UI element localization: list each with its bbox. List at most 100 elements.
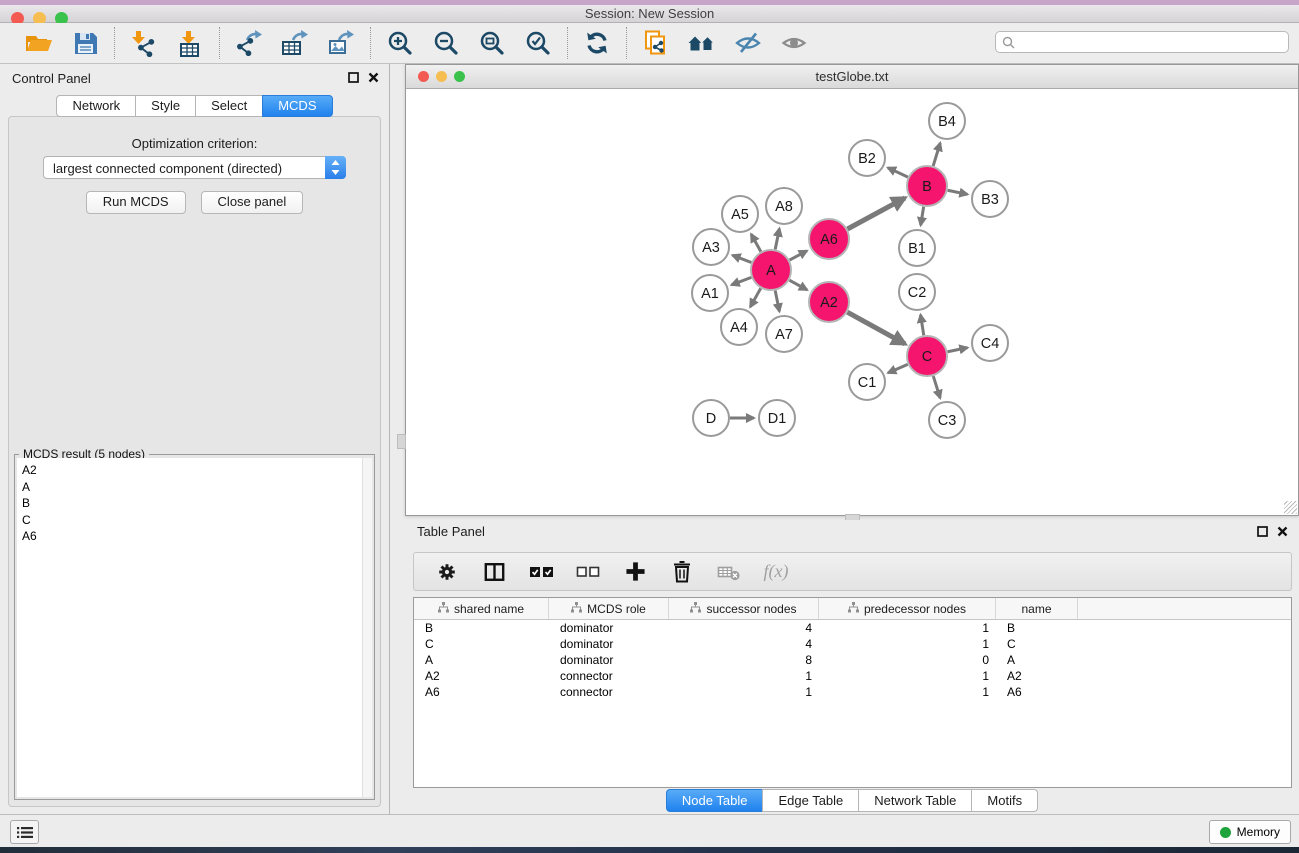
network-close-button[interactable] [418, 71, 429, 82]
export-network-button[interactable] [234, 28, 264, 58]
graph-edge-C-C3[interactable] [933, 376, 940, 398]
tab-motifs[interactable]: Motifs [971, 789, 1038, 812]
zoom-in-button[interactable] [385, 28, 415, 58]
settings-button[interactable] [434, 559, 460, 585]
graph-edge-C-C2[interactable] [921, 315, 924, 336]
graph-edge-B-B4[interactable] [933, 143, 940, 166]
network-window-titlebar[interactable]: testGlobe.txt [406, 65, 1298, 89]
table-row[interactable]: A6connector11A6 [414, 684, 1291, 700]
import-table-button[interactable] [175, 28, 205, 58]
table-cell[interactable]: 1 [819, 669, 996, 683]
table-row[interactable]: A2connector11A2 [414, 668, 1291, 684]
graph-edge-B-B2[interactable] [888, 168, 908, 177]
table-cell[interactable]: B [996, 621, 1078, 635]
tab-network-table[interactable]: Network Table [858, 789, 972, 812]
tab-select[interactable]: Select [195, 95, 263, 117]
criterion-dropdown[interactable]: largest connected component (directed) [43, 156, 346, 179]
column-header-predecessor-nodes[interactable]: predecessor nodes [819, 598, 996, 619]
memory-button[interactable]: Memory [1209, 820, 1291, 844]
table-cell[interactable]: connector [549, 685, 669, 699]
mcds-result-list[interactable]: A2ABCA6 [17, 458, 363, 797]
table-cell[interactable]: dominator [549, 653, 669, 667]
column-header-name[interactable]: name [996, 598, 1078, 619]
network-minimize-button[interactable] [436, 71, 447, 82]
column-header-MCDS-role[interactable]: MCDS role [549, 598, 669, 619]
mcds-result-item[interactable]: A2 [17, 458, 363, 479]
graph-edge-C-C1[interactable] [888, 364, 908, 373]
search-input[interactable] [1019, 34, 1288, 50]
zoom-selected-button[interactable] [523, 28, 553, 58]
select-all-checks-button[interactable] [528, 559, 554, 585]
graph-edge-A-A2[interactable] [789, 280, 807, 290]
import-network-button[interactable] [129, 28, 159, 58]
clear-checks-button[interactable] [575, 559, 601, 585]
mcds-result-item[interactable]: A [17, 479, 363, 496]
split-columns-button[interactable] [481, 559, 507, 585]
graph-edge-A-A4[interactable] [750, 288, 760, 307]
table-cell[interactable]: 4 [669, 621, 819, 635]
graph-edge-A-A3[interactable] [732, 255, 751, 262]
open-folder-button[interactable] [24, 28, 54, 58]
graph-edge-A-A1[interactable] [732, 277, 752, 284]
graph-edge-B-B1[interactable] [921, 207, 924, 226]
mcds-result-item[interactable]: B [17, 495, 363, 512]
network-zoom-button[interactable] [454, 71, 465, 82]
run-mcds-button[interactable]: Run MCDS [86, 191, 186, 214]
refresh-button[interactable] [582, 28, 612, 58]
column-header-successor-nodes[interactable]: successor nodes [669, 598, 819, 619]
export-image-button[interactable] [326, 28, 356, 58]
table-cell[interactable]: 1 [819, 637, 996, 651]
trash-button[interactable] [669, 559, 695, 585]
tab-node-table[interactable]: Node Table [666, 789, 764, 812]
mcds-result-item[interactable]: A6 [17, 528, 363, 545]
add-button[interactable] [622, 559, 648, 585]
zoom-fit-button[interactable] [477, 28, 507, 58]
table-cell[interactable]: 1 [669, 685, 819, 699]
float-table-panel-icon[interactable] [1257, 526, 1268, 537]
table-cell[interactable]: connector [549, 669, 669, 683]
node-table[interactable]: shared nameMCDS rolesuccessor nodesprede… [413, 597, 1292, 788]
neighbors-homes-button[interactable] [687, 28, 717, 58]
network-document-button[interactable] [641, 28, 671, 58]
table-cell[interactable]: A6 [996, 685, 1078, 699]
show-eye-button[interactable] [779, 28, 809, 58]
table-cell[interactable]: A2 [414, 669, 549, 683]
graph-edge-A6-B[interactable] [847, 198, 905, 229]
table-row[interactable]: Bdominator41B [414, 620, 1291, 636]
graph-edge-A-A6[interactable] [790, 251, 807, 260]
hide-eye-button[interactable] [733, 28, 763, 58]
table-cell[interactable]: dominator [549, 637, 669, 651]
column-header-shared-name[interactable]: shared name [414, 598, 549, 619]
zoom-out-button[interactable] [431, 28, 461, 58]
tab-mcds[interactable]: MCDS [262, 95, 332, 117]
table-cell[interactable]: A [996, 653, 1078, 667]
network-canvas[interactable]: B4B2BB3A8A5A6A3B1AC2A1A2A4A7C4CC1DD1C3 [406, 89, 1298, 515]
table-cell[interactable]: 4 [669, 637, 819, 651]
float-panel-icon[interactable] [348, 72, 359, 83]
table-cell[interactable]: 1 [819, 685, 996, 699]
resize-grip[interactable] [1284, 501, 1297, 514]
tab-style[interactable]: Style [135, 95, 196, 117]
table-row[interactable]: Cdominator41C [414, 636, 1291, 652]
close-panel-button[interactable]: Close panel [201, 191, 304, 214]
task-history-button[interactable] [10, 820, 39, 844]
table-cell[interactable]: C [414, 637, 549, 651]
table-row[interactable]: Adominator80A [414, 652, 1291, 668]
table-cell[interactable]: A2 [996, 669, 1078, 683]
table-cell[interactable]: 8 [669, 653, 819, 667]
mcds-result-item[interactable]: C [17, 512, 363, 529]
tab-network[interactable]: Network [56, 95, 136, 117]
graph-edge-A-A5[interactable] [751, 234, 761, 252]
tab-edge-table[interactable]: Edge Table [762, 789, 859, 812]
graph-edge-A-A8[interactable] [775, 229, 779, 250]
table-cell[interactable]: 1 [819, 621, 996, 635]
app-titlebar[interactable]: Session: New Session [0, 5, 1299, 23]
close-panel-icon[interactable] [368, 72, 379, 83]
graph-edge-A-A7[interactable] [775, 291, 779, 312]
export-table-button[interactable] [280, 28, 310, 58]
table-cell[interactable]: 0 [819, 653, 996, 667]
table-cell[interactable]: A [414, 653, 549, 667]
save-button[interactable] [70, 28, 100, 58]
table-cell[interactable]: C [996, 637, 1078, 651]
close-table-panel-icon[interactable] [1277, 526, 1288, 537]
